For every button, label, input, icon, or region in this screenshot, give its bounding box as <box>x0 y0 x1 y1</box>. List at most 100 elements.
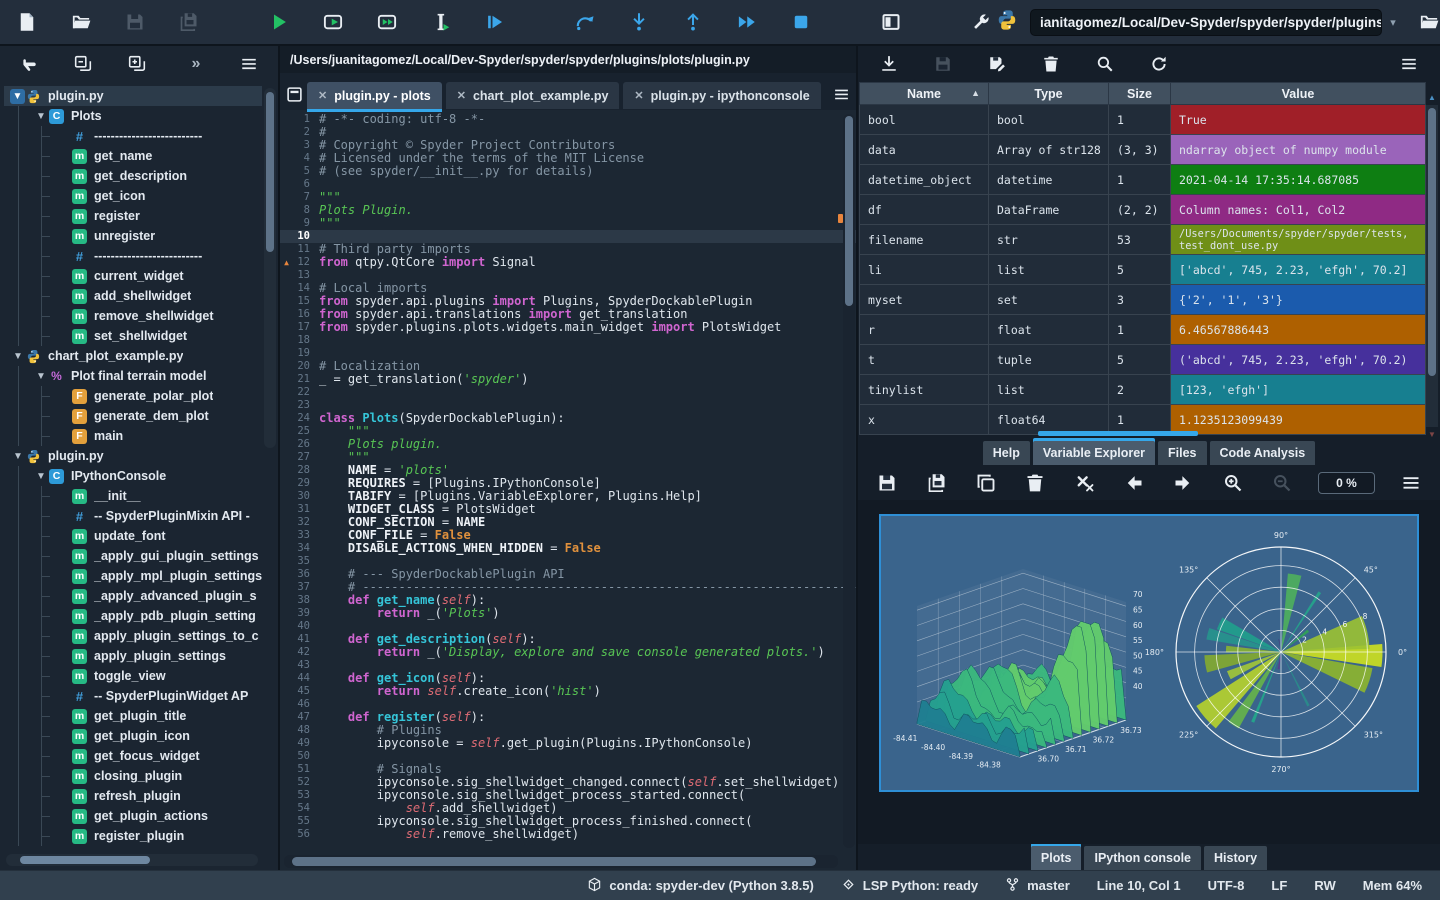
code-line-56[interactable]: 56 self.remove_shellwidget) <box>280 828 856 841</box>
cell-type[interactable]: tuple <box>989 345 1109 375</box>
outline-item--spyderpluginwidget-ap[interactable]: #-- SpyderPluginWidget AP <box>4 686 262 706</box>
go-to-last-item-button[interactable]: » <box>180 49 210 79</box>
tab-history[interactable]: History <box>1204 846 1267 870</box>
variable-row-myset[interactable]: mysetset3{'2', '1', '3'} <box>860 285 1426 315</box>
column-header-size[interactable]: Size <box>1109 83 1171 105</box>
status-master[interactable]: master <box>1005 877 1070 895</box>
search-variable-button[interactable] <box>1090 49 1120 79</box>
code-line-15[interactable]: 15from spyder.api.plugins import Plugins… <box>280 295 856 308</box>
expander-chevron-icon[interactable]: ▼ <box>10 451 26 462</box>
cell-name[interactable]: r <box>860 315 989 345</box>
variable-row-df[interactable]: dfDataFrame(2, 2)Column names: Col1, Col… <box>860 195 1426 225</box>
outline-item-register_plugin[interactable]: mregister_plugin <box>4 826 262 846</box>
save-all-plots-button[interactable] <box>923 468 949 498</box>
code-line-14[interactable]: 14# Local imports <box>280 282 856 295</box>
expander-chevron-icon[interactable]: ▼ <box>33 111 49 122</box>
cell-type[interactable]: float <box>989 315 1109 345</box>
column-header-name[interactable]: Name▲ <box>860 83 989 105</box>
column-header-value[interactable]: Value <box>1171 83 1426 105</box>
preferences-button[interactable] <box>966 7 996 37</box>
code-line-54[interactable]: 54 self.add_shellwidget) <box>280 802 856 815</box>
save-data-as-button[interactable] <box>982 49 1012 79</box>
outline-item-plots[interactable]: ▼CPlots <box>4 106 262 126</box>
cell-name[interactable]: filename <box>860 225 989 255</box>
outline-item-get_plugin_icon[interactable]: mget_plugin_icon <box>4 726 262 746</box>
cell-name[interactable]: df <box>860 195 989 225</box>
code-line-3[interactable]: 3# Copyright © Spyder Project Contributo… <box>280 139 856 152</box>
code-line-36[interactable]: 36 # --- SpyderDockablePlugin API <box>280 568 856 581</box>
variable-row-li[interactable]: lilist5['abcd', 745, 2.23, 'efgh', 70.2] <box>860 255 1426 285</box>
cell-size[interactable]: 1 <box>1109 405 1171 435</box>
cell-name[interactable]: myset <box>860 285 989 315</box>
cell-name[interactable]: tinylist <box>860 375 989 405</box>
code-line-16[interactable]: 16from spyder.api.translations import ge… <box>280 308 856 321</box>
outline-item-_apply_pdb_plugin_setting[interactable]: m_apply_pdb_plugin_setting <box>4 606 262 626</box>
variable-row-filename[interactable]: filenamestr53/Users/Documents/spyder/spy… <box>860 225 1426 255</box>
go-to-cursor-button[interactable] <box>14 49 44 79</box>
remove-variable-button[interactable] <box>1036 49 1066 79</box>
code-line-25[interactable]: 25 """ <box>280 425 856 438</box>
outline-item--[interactable]: #-------------------------- <box>4 246 262 266</box>
zoom-in-plot-button[interactable] <box>1220 468 1246 498</box>
cell-value[interactable]: ndarray object of numpy module <box>1171 135 1426 165</box>
outline-item-plot-final-terrain-model[interactable]: ▼%Plot final terrain model <box>4 366 262 386</box>
cell-value[interactable]: 2021-04-14 17:35:14.687085 <box>1171 165 1426 195</box>
cell-size[interactable]: 1 <box>1109 165 1171 195</box>
tab-help[interactable]: Help <box>983 441 1030 465</box>
code-line-28[interactable]: 28 NAME = 'plots' <box>280 464 856 477</box>
status-conda[interactable]: conda: spyder-dev (Python 3.8.5) <box>587 877 813 895</box>
variable-row-tinylist[interactable]: tinylistlist2[123, 'efgh'] <box>860 375 1426 405</box>
outline-horizontal-scrollbar[interactable] <box>6 854 258 866</box>
code-line-47[interactable]: 47 def register(self): <box>280 711 856 724</box>
code-line-53[interactable]: 53 ipyconsole.sig_shellwidget_process_st… <box>280 789 856 802</box>
cell-size[interactable]: 5 <box>1109 345 1171 375</box>
code-line-46[interactable]: 46 <box>280 698 856 711</box>
working-directory-input[interactable]: ianitagomez/Local/Dev-Spyder/spyder/spyd… <box>1030 9 1382 36</box>
code-line-40[interactable]: 40 <box>280 620 856 633</box>
cell-value[interactable]: Column names: Col1, Col2 <box>1171 195 1426 225</box>
editor-tab-plugin-py-plots[interactable]: ✕plugin.py - plots <box>307 82 442 109</box>
cell-size[interactable]: 5 <box>1109 255 1171 285</box>
code-line-32[interactable]: 32 CONF_SECTION = NAME <box>280 516 856 529</box>
code-line-49[interactable]: 49 ipyconsole = self.get_plugin(Plugins.… <box>280 737 856 750</box>
code-line-1[interactable]: 1# -*- coding: utf-8 -*- <box>280 113 856 126</box>
maximize-pane-button[interactable] <box>876 7 906 37</box>
tab-ipython-console[interactable]: IPython console <box>1084 846 1201 870</box>
collapse-all-button[interactable] <box>68 49 98 79</box>
code-line-52[interactable]: 52 ipyconsole.sig_shellwidget_changed.co… <box>280 776 856 789</box>
code-line-4[interactable]: 4# Licensed under the terms of the MIT L… <box>280 152 856 165</box>
outline-item-apply_plugin_settings[interactable]: mapply_plugin_settings <box>4 646 262 666</box>
outline-item-register[interactable]: mregister <box>4 206 262 226</box>
cell-name[interactable]: bool <box>860 105 989 135</box>
expander-chevron-icon[interactable]: ▼ <box>10 89 25 104</box>
copy-plot-button[interactable] <box>973 468 999 498</box>
run-cell-button[interactable] <box>318 7 348 37</box>
code-line-31[interactable]: 31 WIDGET_CLASS = PlotsWidget <box>280 503 856 516</box>
tab-variable-explorer[interactable]: Variable Explorer <box>1033 441 1155 465</box>
outline-item-_apply_advanced_plugin_s[interactable]: m_apply_advanced_plugin_s <box>4 586 262 606</box>
expander-chevron-icon[interactable]: ▼ <box>10 351 26 362</box>
outline-item-apply_plugin_settings_to_c[interactable]: mapply_plugin_settings_to_c <box>4 626 262 646</box>
code-line-20[interactable]: 20# Localization <box>280 360 856 373</box>
outline-vertical-scrollbar[interactable] <box>264 88 276 448</box>
outline-item-_apply_mpl_plugin_settings[interactable]: m_apply_mpl_plugin_settings <box>4 566 262 586</box>
editor-tab-chart-plot-example-py[interactable]: ✕chart_plot_example.py <box>446 82 620 109</box>
close-tab-icon[interactable]: ✕ <box>457 89 466 102</box>
plots-menu-button[interactable] <box>1398 468 1424 498</box>
code-line-41[interactable]: 41 def get_description(self): <box>280 633 856 646</box>
next-plot-button[interactable] <box>1170 468 1196 498</box>
cell-type[interactable]: DataFrame <box>989 195 1109 225</box>
outline-item--[interactable]: #-------------------------- <box>4 126 262 146</box>
code-line-42[interactable]: 42 return _('Display, explore and save c… <box>280 646 856 659</box>
code-line-8[interactable]: 8Plots Plugin. <box>280 204 856 217</box>
outline-item-unregister[interactable]: munregister <box>4 226 262 246</box>
cell-name[interactable]: li <box>860 255 989 285</box>
code-line-45[interactable]: 45 return self.create_icon('hist') <box>280 685 856 698</box>
outline-item-add_shellwidget[interactable]: madd_shellwidget <box>4 286 262 306</box>
code-line-55[interactable]: 55 ipyconsole.sig_shellwidget_process_fi… <box>280 815 856 828</box>
stop-debugging-button[interactable] <box>786 7 816 37</box>
status-lsp-python[interactable]: LSP Python: ready <box>841 877 978 895</box>
cell-size[interactable]: 3 <box>1109 285 1171 315</box>
variable-table-horizontal-scrollbar[interactable] <box>1038 431 1198 436</box>
editor-options-menu-button[interactable] <box>833 86 850 106</box>
